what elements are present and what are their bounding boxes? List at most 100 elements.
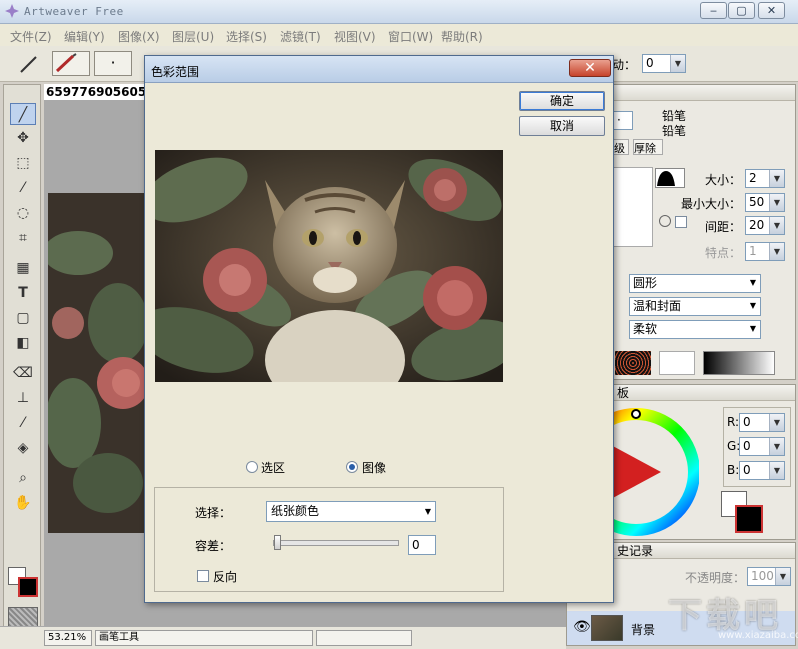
invert-checkbox[interactable] [197, 570, 209, 582]
tool-brush[interactable]: ╱ [10, 103, 36, 125]
hand-icon: ✋ [14, 495, 32, 511]
ok-button[interactable]: 确定 [519, 91, 605, 111]
maximize-button[interactable]: ▢ [728, 2, 755, 19]
tool-stamp[interactable]: ⊥ [10, 387, 36, 409]
softness-select[interactable]: 柔软 ▼ [629, 320, 761, 339]
tool-hand[interactable]: ✋ [10, 492, 36, 514]
brush-profile-picker[interactable] [655, 168, 685, 188]
tab-thickness[interactable]: 厚除 [633, 139, 663, 155]
r-label: R: [727, 415, 740, 429]
cat-photo-fragment [48, 193, 146, 533]
chevron-down-icon: ▼ [749, 324, 756, 333]
chevron-down-icon: ▼ [769, 170, 784, 187]
spacing-input[interactable]: 20 ▼ [745, 216, 785, 235]
menu-filter[interactable]: 滤镜(T) [280, 28, 321, 45]
color-range-dialog: 色彩范围 ✕ 确定 取消 选区 图像 选择： 纸张颜色 ▼ 容差： 0 反向 [144, 55, 614, 603]
b-input[interactable]: 0 ▼ [739, 461, 785, 480]
status-bar: 53.21% 画笔工具 [0, 626, 566, 649]
radio-image[interactable] [346, 461, 358, 473]
flow-input[interactable]: 0 ▼ [642, 54, 686, 73]
tool-magic-wand[interactable]: ⁄ [10, 177, 36, 199]
canvas-image[interactable] [48, 193, 146, 533]
tolerance-input[interactable]: 0 [408, 535, 436, 555]
brush-preset-picker[interactable] [52, 51, 90, 76]
paper-texture-picker[interactable] [8, 607, 38, 627]
tool-move[interactable]: ✥ [10, 127, 36, 149]
gradient-swatch[interactable] [703, 351, 775, 375]
radio-selection-label[interactable]: 选区 [261, 459, 285, 476]
layer-name: 背景 [631, 623, 656, 637]
select-dropdown[interactable]: 纸张颜色 ▼ [266, 501, 436, 522]
grain-swatch[interactable] [659, 351, 695, 375]
menu-select[interactable]: 选择(S) [226, 28, 267, 45]
tool-shape[interactable]: ▢ [10, 307, 36, 329]
menu-image[interactable]: 图像(X) [118, 28, 160, 45]
paper-select[interactable]: 温和封面 ▼ [629, 297, 761, 316]
spacing-checkbox[interactable] [675, 216, 687, 228]
tool-zoom[interactable]: ⌕ [10, 467, 36, 489]
chevron-down-icon: ▼ [769, 438, 784, 455]
gradient-icon: ◧ [16, 335, 30, 351]
foreground-color-swatch[interactable] [18, 577, 38, 597]
menu-layer[interactable]: 图层(U) [172, 28, 214, 45]
tolerance-label: 容差： [195, 539, 232, 553]
tool-eyedropper[interactable]: ⁄ [10, 412, 36, 434]
paint-bucket-icon: ◈ [17, 440, 29, 456]
g-input[interactable]: 0 ▼ [739, 437, 785, 456]
feature-input[interactable]: 1 ▼ [745, 242, 785, 261]
tool-marquee[interactable]: ⬚ [10, 152, 36, 174]
radio-image-label[interactable]: 图像 [362, 459, 386, 476]
dialog-close-button[interactable]: ✕ [569, 59, 611, 77]
invert-label[interactable]: 反向 [213, 568, 237, 585]
brush-profile-icon [657, 171, 675, 186]
brush-tool-icon[interactable] [18, 54, 40, 74]
menu-bar: 文件(Z) 编辑(Y) 图像(X) 图层(U) 选择(S) 滤镜(T) 视图(V… [0, 24, 798, 46]
tool-gradient[interactable]: ◧ [10, 332, 36, 354]
tolerance-slider-track[interactable] [273, 540, 399, 546]
brush-preset-select[interactable]: · [613, 111, 633, 130]
tool-fill[interactable]: ◈ [10, 437, 36, 459]
clock-icon [659, 215, 671, 227]
tab-level[interactable]: 级 [613, 139, 629, 155]
brush-icon: ╱ [18, 107, 28, 123]
preview-image [155, 150, 503, 382]
opacity-label: 不透明度： [685, 571, 746, 585]
move-icon: ✥ [17, 130, 29, 146]
menu-help[interactable]: 帮助(R) [441, 28, 483, 45]
menu-window[interactable]: 窗口(W) [388, 28, 433, 45]
minimize-button[interactable]: ‒ [700, 2, 727, 19]
eyedropper-icon: ⁄ [21, 415, 25, 431]
menu-edit[interactable]: 编辑(Y) [64, 28, 105, 45]
cancel-button[interactable]: 取消 [519, 116, 605, 136]
tool-lasso[interactable]: ◌ [10, 202, 36, 224]
tolerance-slider-thumb[interactable] [274, 535, 281, 550]
chevron-down-icon: ▼ [769, 243, 784, 260]
menu-file[interactable]: 文件(Z) [10, 28, 52, 45]
radio-selection[interactable] [246, 461, 258, 473]
eraser-icon: ⌫ [13, 365, 33, 381]
brush-dot-icon: · [110, 53, 116, 72]
texture-swatch[interactable] [615, 351, 651, 375]
tool-perspective[interactable]: ▦ [10, 257, 36, 279]
chevron-down-icon: ▼ [749, 301, 756, 310]
min-size-input[interactable]: 50 ▼ [745, 193, 785, 212]
zoom-level: 53.21% [44, 630, 92, 646]
layer-thumbnail [591, 615, 623, 641]
brush-shape-picker[interactable]: · [94, 51, 132, 76]
brush-preview [613, 167, 653, 247]
close-window-button[interactable]: ✕ [758, 2, 785, 19]
tool-crop[interactable]: ⌗ [10, 227, 36, 249]
tool-eraser[interactable]: ⌫ [10, 362, 36, 384]
menu-view[interactable]: 视图(V) [334, 28, 376, 45]
r-input[interactable]: 0 ▼ [739, 413, 785, 432]
color-wheel[interactable] [613, 407, 699, 537]
opacity-input[interactable]: 100 ▼ [747, 567, 791, 586]
tool-text[interactable]: T [10, 282, 36, 304]
select-label: 选择： [195, 506, 232, 520]
artweaver-logo-icon [5, 4, 19, 18]
app-title-bar: Artweaver Free ‒ ▢ ✕ [0, 0, 798, 24]
eye-icon[interactable]: 👁 [573, 619, 591, 635]
size-input[interactable]: 2 ▼ [745, 169, 785, 188]
shape-select[interactable]: 圆形 ▼ [629, 274, 761, 293]
panel-foreground-swatch[interactable] [735, 505, 763, 533]
